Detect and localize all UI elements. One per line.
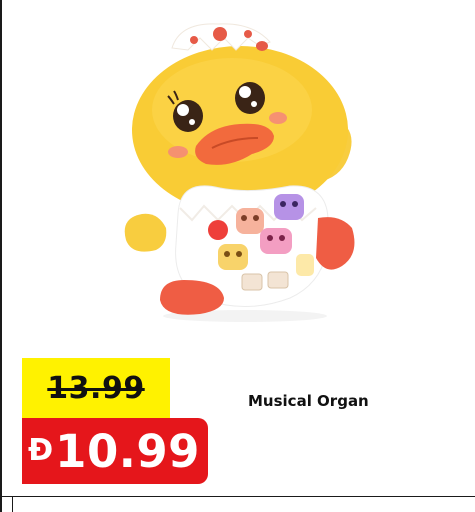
card-divider-tick [12,496,13,512]
currency-symbol: Đ [28,433,54,468]
duck-musical-toy-image [124,23,355,322]
new-price: 10.99 [55,424,200,478]
product-name[interactable]: Musical Organ [248,392,369,410]
new-price-badge: Đ 10.99 [22,418,208,484]
card-bottom-border [0,496,475,497]
card-left-border [0,0,2,512]
old-price-badge: 13.99 [22,358,170,418]
product-card[interactable]: 13.99 Đ 10.99 Musical Organ [0,0,475,512]
old-price: 13.99 [47,370,145,406]
